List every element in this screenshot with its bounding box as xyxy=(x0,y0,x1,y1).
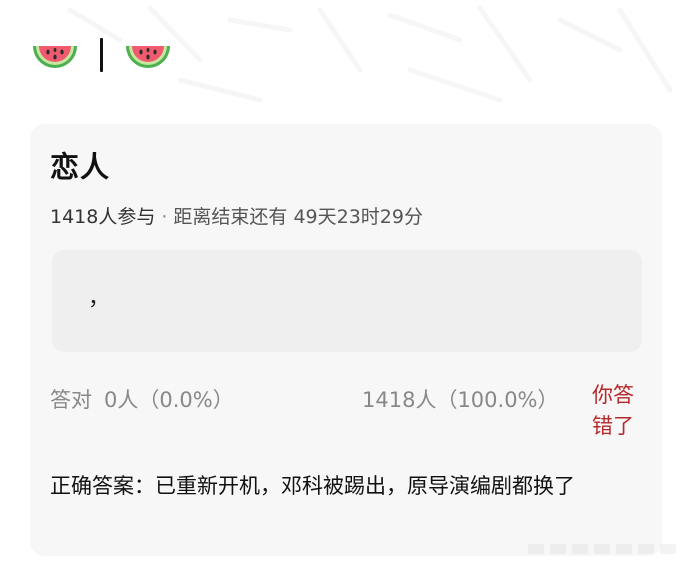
poll-option[interactable]: ， xyxy=(52,250,642,352)
wrong-count: 1418人（100.0%） xyxy=(362,388,559,412)
correct-label: 答对 xyxy=(50,388,92,412)
wrong-stat: 1418人（100.0%） xyxy=(362,384,559,414)
correct-count: 0人（0.0%） xyxy=(104,388,234,412)
poll-meta: 1418人参与 · 距离结束还有 49天23时29分 xyxy=(50,202,423,229)
poll-title: 恋人 xyxy=(50,150,111,184)
countdown-text: 距离结束还有 49天23时29分 xyxy=(173,206,423,228)
correct-answer: 正确答案：已重新开机，邓科被踢出，原导演编剧都换了 xyxy=(50,474,575,498)
poll-card: 恋人 1418人参与 · 距离结束还有 49天23时29分 ， 答对 0人（0.0%）… xyxy=(30,124,662,556)
bottom-watermark xyxy=(528,544,676,554)
wrong-answer-label: 你答错了 xyxy=(592,383,634,438)
correct-stat: 答对 0人（0.0%） xyxy=(50,384,234,414)
header-row xyxy=(30,32,173,78)
meta-separator: · xyxy=(161,206,168,228)
watermelon-icon xyxy=(33,46,77,68)
header-divider xyxy=(100,38,103,72)
participant-count: 1418人参与 xyxy=(50,206,156,228)
watermelon-icon xyxy=(126,46,170,68)
page: 恋人 1418人参与 · 距离结束还有 49天23时29分 ， 答对 0人（0.0%）… xyxy=(0,0,690,567)
option-text: ， xyxy=(88,286,111,311)
poll-results: 答对 0人（0.0%） 1418人（100.0%） 你答错了 xyxy=(50,383,650,450)
